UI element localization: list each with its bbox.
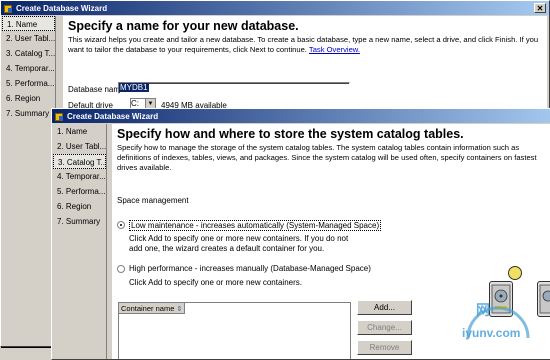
page-description: Specify how to manage the storage of the… (117, 143, 537, 172)
remove-button[interactable]: Remove (357, 340, 412, 355)
database-name-value: MYDB1 (119, 83, 149, 92)
database-name-input[interactable]: MYDB1 (118, 82, 350, 94)
drive-value: C: (131, 99, 139, 108)
high-performance-desc: Click Add to specify one or more new con… (129, 278, 302, 287)
db-name-label: Database name (68, 85, 125, 94)
nav-item-temporary[interactable]: 4. Temporar... (2, 61, 55, 76)
space-management-label: Space management (117, 196, 189, 205)
low-maintenance-radio[interactable] (117, 221, 125, 229)
wizard-nav: 1. Name 2. User Tabl... 3. Catalog T... … (2, 16, 56, 346)
change-button[interactable]: Change... (357, 320, 412, 335)
container-list[interactable]: Container name ⇕ (118, 302, 351, 359)
column-header: Container name (121, 304, 175, 313)
nav-item-summary[interactable]: 7. Summary (2, 106, 55, 121)
nav-item-catalog-tables[interactable]: 3. Catalog T... (2, 46, 55, 61)
nav-item-catalog-tables[interactable]: 3. Catalog T... (53, 154, 106, 169)
description-text: This wizard helps you create and tailor … (68, 35, 539, 54)
page-heading: Specify how and where to store the syste… (117, 127, 464, 141)
db2-icon (55, 112, 64, 121)
nav-item-region[interactable]: 6. Region (53, 199, 106, 214)
nav-item-temporary[interactable]: 4. Temporar... (53, 169, 106, 184)
nav-item-region[interactable]: 6. Region (2, 91, 55, 106)
low-maintenance-desc: Click Add to specify one or more new con… (129, 234, 349, 253)
window-title: Create Database Wizard (67, 111, 159, 121)
container-name-column[interactable]: Container name ⇕ (119, 303, 185, 314)
page-heading: Specify a name for your new database. (68, 19, 299, 33)
high-performance-radio[interactable] (117, 265, 125, 273)
nav-item-user-tables[interactable]: 2. User Tabl... (2, 31, 55, 46)
nav-item-name[interactable]: 1. Name (53, 124, 106, 139)
nav-item-summary[interactable]: 7. Summary (53, 214, 106, 229)
sort-icon: ⇕ (176, 306, 183, 313)
task-overview-link[interactable]: Task Overview. (309, 45, 360, 54)
titlebar[interactable]: Create Database Wizard (52, 109, 550, 123)
high-performance-label[interactable]: High performance - increases manually (D… (129, 264, 371, 273)
nav-item-name[interactable]: 1. Name (2, 16, 55, 31)
watermark-site: iyunv.com (462, 326, 521, 340)
db2-icon (4, 4, 13, 13)
nav-item-performance[interactable]: 5. Performa... (53, 184, 106, 199)
nav-item-user-tables[interactable]: 2. User Tabl... (53, 139, 106, 154)
low-maintenance-label[interactable]: Low maintenance - increases automaticall… (129, 220, 382, 231)
add-button[interactable]: Add... (357, 300, 412, 315)
window-title: Create Database Wizard (16, 3, 108, 13)
watermark-cn: 网 (476, 302, 490, 318)
titlebar[interactable]: Create Database Wizard ✕ (1, 1, 549, 15)
nav-item-performance[interactable]: 5. Performa... (2, 76, 55, 91)
wizard-nav: 1. Name 2. User Tabl... 3. Catalog T... … (53, 124, 107, 359)
page-description: This wizard helps you create and tailor … (63, 33, 547, 55)
close-button[interactable]: ✕ (534, 3, 546, 13)
